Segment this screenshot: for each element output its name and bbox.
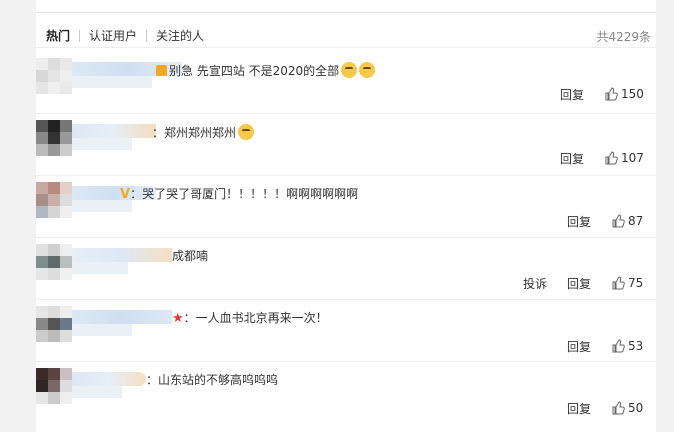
comment-text: 成都喃	[172, 249, 209, 263]
like-button[interactable]: 75	[611, 276, 643, 290]
username-blurred[interactable]	[72, 372, 146, 386]
like-count: 75	[628, 276, 644, 290]
like-count: 53	[628, 339, 644, 353]
comment-item: 别急 先宣四站 不是2020的全部 回复 150	[36, 52, 656, 114]
username-blurred	[72, 138, 132, 150]
avatar[interactable]	[36, 368, 72, 404]
like-button[interactable]: 53	[611, 339, 643, 353]
avatar[interactable]	[36, 244, 72, 280]
thumbs-up-icon	[612, 276, 625, 290]
thumbs-up-icon	[612, 339, 625, 353]
avatar[interactable]	[36, 120, 72, 156]
tab-hot[interactable]: 热门	[46, 29, 79, 43]
like-button[interactable]: 107	[604, 151, 644, 165]
thumbs-up-icon	[605, 151, 618, 165]
comment-item: 成都喃 投诉 回复 75	[36, 238, 656, 300]
reply-button[interactable]: 回复	[567, 400, 591, 417]
like-count: 87	[628, 214, 644, 228]
emoji-icon	[341, 62, 358, 78]
like-count: 150	[621, 87, 644, 101]
username-blurred[interactable]	[72, 124, 156, 138]
thumbs-up-icon	[612, 214, 625, 228]
avatar[interactable]	[36, 182, 72, 218]
divider	[36, 12, 656, 13]
username-blurred[interactable]	[72, 248, 172, 262]
like-button[interactable]: 150	[604, 87, 644, 101]
divider	[36, 47, 656, 48]
crying-emoji-icon	[238, 124, 255, 140]
reply-button[interactable]: 回复	[567, 338, 591, 355]
like-button[interactable]: 87	[611, 214, 643, 228]
username-blurred[interactable]	[72, 310, 172, 324]
comment-tabs: 热门 认证用户 关注的人	[46, 28, 213, 44]
like-button[interactable]: 50	[611, 401, 643, 415]
comment-item: ：山东站的不够高呜呜呜 回复 50	[36, 362, 656, 424]
reply-button[interactable]: 回复	[560, 150, 584, 167]
reply-button[interactable]: 回复	[567, 213, 591, 230]
avatar[interactable]	[36, 58, 72, 94]
like-count: 50	[628, 401, 644, 415]
reply-button[interactable]: 回复	[567, 275, 591, 292]
comment-text: ★：一人血书北京再来一次！	[172, 311, 328, 326]
thumbs-up-icon	[612, 401, 625, 415]
username-blurred	[72, 386, 122, 398]
star-badge-icon: ★	[172, 311, 184, 326]
emoji-icon	[359, 62, 376, 78]
reply-button[interactable]: 回复	[560, 86, 584, 103]
comment-text: ：郑州郑州郑州	[152, 124, 255, 141]
username-blurred	[72, 76, 152, 88]
tab-following[interactable]: 关注的人	[147, 29, 213, 43]
comment-text: 别急 先宣四站 不是2020的全部	[156, 62, 376, 79]
tab-verified-users[interactable]: 认证用户	[80, 29, 146, 43]
avatar[interactable]	[36, 306, 72, 342]
comment-text: V：哭了哭了哥厦门！！！！！啊啊啊啊啊啊	[120, 187, 359, 202]
like-count: 107	[621, 151, 644, 165]
comment-count: 共4229条	[596, 30, 651, 44]
report-button[interactable]: 投诉	[523, 275, 547, 292]
username-blurred	[72, 262, 128, 274]
username-blurred	[72, 324, 132, 336]
comment-text: ：山东站的不够高呜呜呜	[146, 373, 279, 387]
thumbs-up-icon	[605, 87, 618, 101]
badge-icon	[156, 65, 167, 76]
comment-item: V：哭了哭了哥厦门！！！！！啊啊啊啊啊啊 回复 87	[36, 176, 656, 238]
verified-badge-icon: V	[120, 187, 131, 202]
comment-item: ：郑州郑州郑州 回复 107	[36, 114, 656, 176]
comment-panel: 热门 认证用户 关注的人 共4229条 别急 先宣四站 不是2020的全部 回复…	[36, 0, 656, 432]
comment-item: ★：一人血书北京再来一次！ 回复 53	[36, 300, 656, 362]
